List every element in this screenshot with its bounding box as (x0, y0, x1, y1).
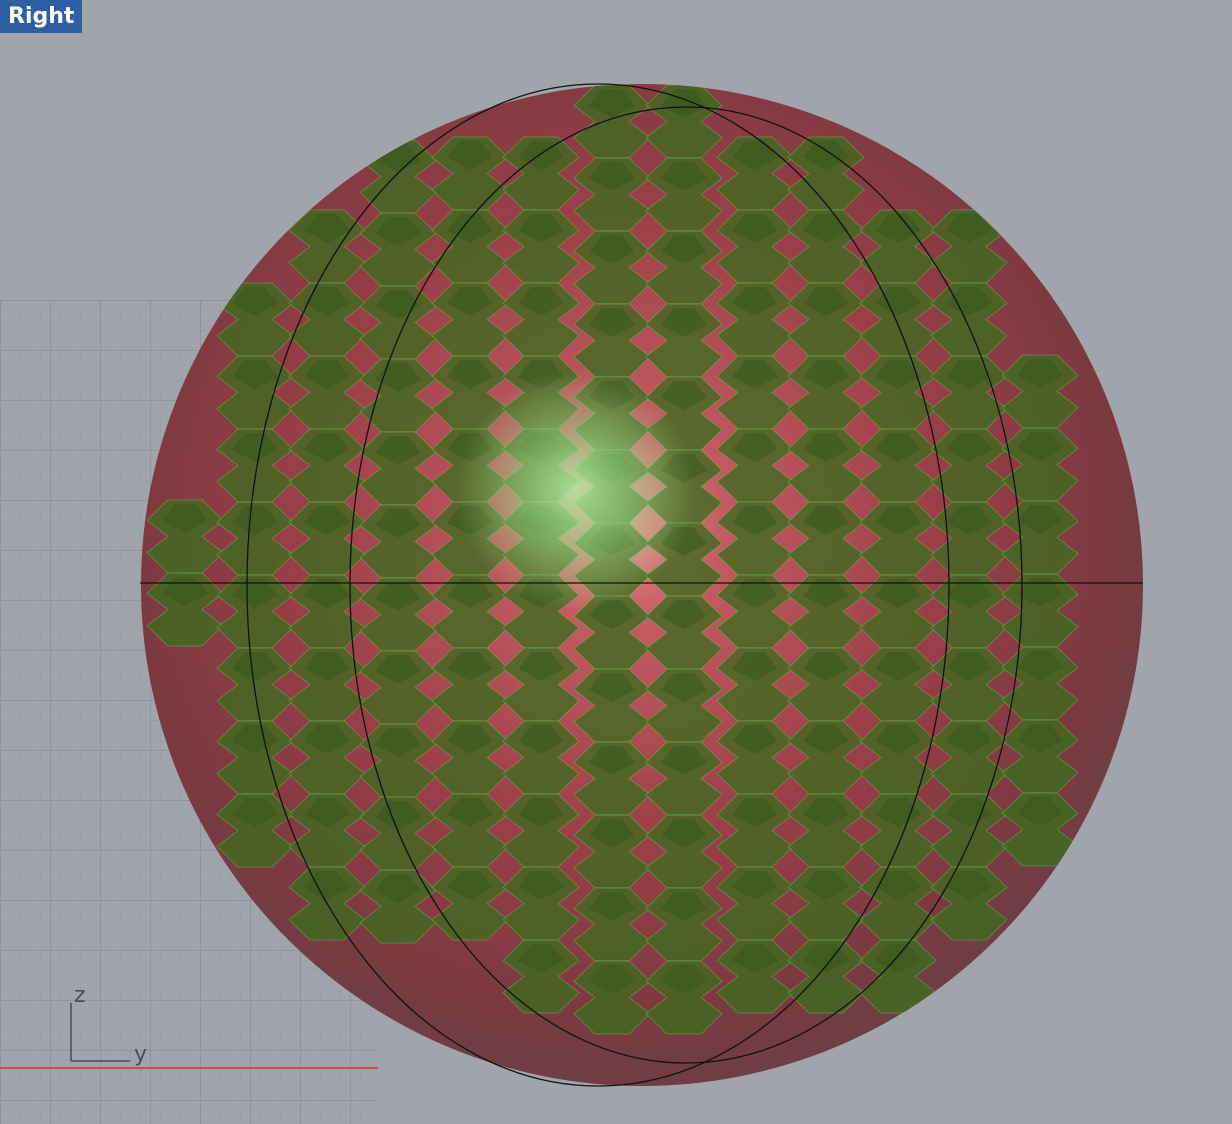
y-axis-label: y (134, 1042, 147, 1067)
z-axis-label: z (74, 983, 86, 1008)
viewport-title-tab[interactable]: Right (0, 0, 83, 33)
right-viewport[interactable]: z y Right (0, 0, 1232, 1124)
viewport-canvas[interactable]: z y (0, 0, 1232, 1124)
light-highlight (455, 370, 695, 610)
